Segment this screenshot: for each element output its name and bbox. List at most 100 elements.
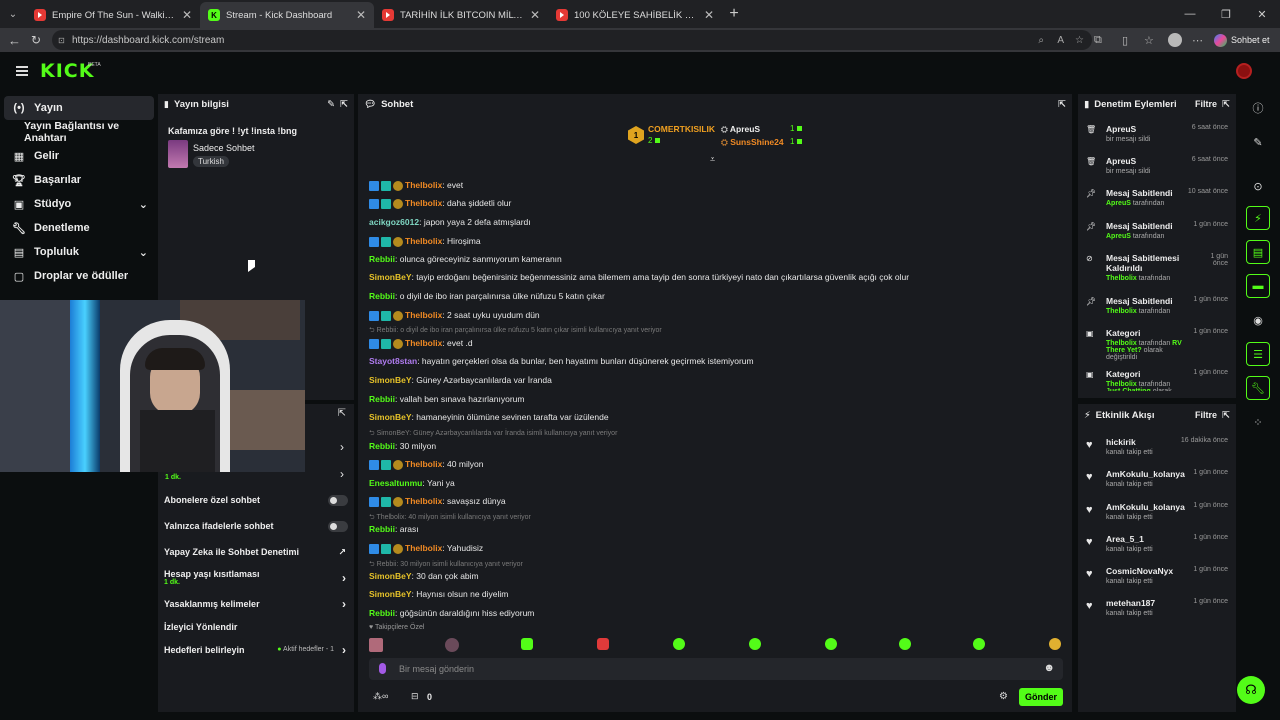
sidebar-item-gelir[interactable]: ▦ Gelir: [4, 144, 154, 168]
chat-username[interactable]: Rebbii: [369, 291, 395, 301]
maximize-button[interactable]: ❐: [1208, 8, 1244, 21]
reload-icon[interactable]: ↻: [31, 33, 41, 47]
settings-gear-icon[interactable]: ⚙: [999, 691, 1008, 702]
emote[interactable]: [521, 638, 533, 650]
emote[interactable]: [597, 638, 609, 650]
zoom-icon[interactable]: ⌕: [1038, 35, 1044, 46]
chat-username[interactable]: Thelbolix: [405, 310, 442, 320]
mod-user[interactable]: Thelbolix: [1106, 340, 1137, 347]
emote[interactable]: [369, 638, 383, 652]
chat-username[interactable]: SimonBeY: [369, 571, 412, 581]
chat-username[interactable]: Thelbolix: [405, 496, 442, 506]
notes-icon[interactable]: ▤: [1246, 240, 1270, 264]
ai-moderation-setting[interactable]: Yapay Zeka ile Sohbet Denetimi ↗: [164, 547, 348, 557]
more-menu-icon[interactable]: ⋯: [1192, 34, 1203, 47]
chat-username[interactable]: Thelbolix: [405, 459, 442, 469]
emote[interactable]: [445, 638, 459, 652]
chat-username[interactable]: Thelbolix: [405, 543, 442, 553]
user-avatar[interactable]: [1236, 63, 1252, 79]
chat-icon[interactable]: ▬: [1246, 274, 1270, 298]
sidebar-item-basarilar[interactable]: 🏆︎ Başarılar: [4, 168, 154, 192]
wrench-icon[interactable]: 🔧︎: [1246, 376, 1270, 400]
sidebar-item-yayin[interactable]: (•) Yayın: [4, 96, 154, 120]
activity-item[interactable]: ♥ 16 dakika önce hickirik kanalı takip etti: [1086, 437, 1228, 456]
minimize-button[interactable]: —: [1172, 8, 1208, 20]
mod-action-item[interactable]: ⊘ 1 gün önce Mesaj Sabitlemesi Kaldırıldı T…: [1086, 253, 1228, 282]
gift-icon[interactable]: ⊟: [411, 691, 419, 702]
popout-icon[interactable]: ⇱: [1222, 410, 1230, 421]
emote[interactable]: [825, 638, 837, 650]
mod-user[interactable]: Thelbolix: [1106, 275, 1137, 282]
mic-icon[interactable]: [379, 663, 386, 674]
chat-input[interactable]: Bir mesaj gönderin ☻: [369, 658, 1063, 680]
copilot-chat-button[interactable]: Sohbet et: [1214, 33, 1270, 47]
mod-action-item[interactable]: 🗑︎ 6 saat önce ApreuS bir mesajı sildi: [1086, 156, 1228, 175]
sidebar-item-denetleme[interactable]: 🔧︎ Denetleme: [4, 216, 154, 240]
popout-icon[interactable]: ⇱: [1222, 99, 1230, 110]
close-icon[interactable]: ✕: [356, 8, 366, 22]
close-icon[interactable]: ✕: [704, 8, 714, 22]
sidebar-item-studyo[interactable]: ▣ Stüdyo ⌄: [4, 192, 154, 216]
chat-username[interactable]: Rebbii: [369, 394, 395, 404]
sidebar-item-stream-key[interactable]: Yayın Bağlantısı ve Anahtarı: [4, 120, 154, 144]
chat-username[interactable]: Rebbii: [369, 608, 395, 618]
read-aloud-icon[interactable]: A: [1057, 35, 1064, 46]
follower-name[interactable]: CosmicNovaNyx: [1106, 566, 1184, 576]
mod-user[interactable]: Thelbolix: [1106, 381, 1137, 388]
chat-username[interactable]: Thelbolix: [405, 180, 442, 190]
tab-youtube-2[interactable]: TARİHİN İLK BITCOIN MİLYARDERİ ✕: [374, 2, 548, 28]
send-button[interactable]: Gönder: [1019, 688, 1063, 706]
tab-kick-dashboard[interactable]: K Stream - Kick Dashboard ✕: [200, 2, 374, 28]
emote[interactable]: [899, 638, 911, 650]
mod-action-item[interactable]: 📌︎ 1 gün önce Mesaj Sabitlendi ApreuS taraf…: [1086, 221, 1228, 240]
chat-username[interactable]: Thelbolix: [405, 236, 442, 246]
activity-item[interactable]: ♥ 1 gün önce Area_5_1 kanalı takip etti: [1086, 534, 1228, 553]
sidebar-item-topluluk[interactable]: ▤ Topluluk ⌄: [4, 240, 154, 264]
popout-icon[interactable]: ⇱: [340, 99, 348, 110]
favorites-icon[interactable]: ☆: [1144, 34, 1154, 47]
extensions-icon[interactable]: ⧉: [1094, 34, 1102, 47]
mod-user[interactable]: ApreuS: [1106, 200, 1131, 207]
activity-item[interactable]: ♥ 1 gün önce AmKokulu_kolanya kanalı takip …: [1086, 502, 1228, 521]
sidebar-item-droplar[interactable]: ▢ Droplar ve ödüller: [4, 264, 154, 288]
broadcast-icon[interactable]: ◉: [1246, 308, 1270, 332]
chevron-right-icon[interactable]: ›: [340, 440, 344, 454]
chat-username[interactable]: Rebbii: [369, 441, 395, 451]
chat-username[interactable]: SimonBeY: [369, 272, 412, 282]
support-button[interactable]: ☊: [1237, 676, 1265, 704]
apps-icon[interactable]: ⁘: [1246, 410, 1270, 434]
filter-button[interactable]: Filtre: [1195, 410, 1217, 420]
mod-action-item[interactable]: ▣ 1 gün önce Kategori Thelbolix tarafından …: [1086, 328, 1228, 361]
chat-username[interactable]: acikgoz6012: [369, 217, 419, 227]
camera-icon[interactable]: ⊙: [1246, 174, 1270, 198]
chat-username[interactable]: Stayot8stan: [369, 356, 417, 366]
favorite-star-icon[interactable]: ☆: [1075, 35, 1084, 46]
filter-button[interactable]: Filtre: [1195, 99, 1217, 109]
kick-logo[interactable]: KICK: [40, 60, 94, 82]
follower-name[interactable]: metehan187: [1106, 598, 1184, 608]
bolt-icon[interactable]: ⚡︎: [1246, 206, 1270, 230]
mod-action-item[interactable]: 📌︎ 1 gün önce Mesaj Sabitlendi Thelbolix ta…: [1086, 296, 1228, 315]
tab-list-button[interactable]: ⌄: [0, 0, 26, 28]
back-icon[interactable]: ←: [8, 33, 21, 48]
popout-icon[interactable]: ⇱: [1058, 99, 1066, 110]
mod-action-item[interactable]: 📌︎ 10 saat önce Mesaj Sabitlendi ApreuS tar…: [1086, 188, 1228, 207]
chat-username[interactable]: Thelbolix: [405, 338, 442, 348]
pinned-toggle-icon[interactable]: ⩡: [710, 154, 715, 165]
close-icon[interactable]: ✕: [530, 8, 540, 22]
popout-icon[interactable]: ⇱: [338, 408, 346, 419]
hamburger-menu-icon[interactable]: [16, 66, 28, 76]
follower-name[interactable]: Area_5_1: [1106, 534, 1184, 544]
raid-setting[interactable]: İzleyici Yönlendir: [164, 622, 348, 632]
mod-user[interactable]: ApreuS: [1106, 233, 1131, 240]
close-icon[interactable]: ✕: [182, 8, 192, 22]
profile-avatar[interactable]: [1168, 33, 1182, 47]
mod-action-item[interactable]: ▣ 1 gün önce Kategori Thelbolix tarafından …: [1086, 369, 1228, 391]
mod-action-item[interactable]: 🗑︎ 6 saat önce ApreuS bir mesajı sildi: [1086, 124, 1228, 143]
tab-youtube-3[interactable]: 100 KÖLEYE SAHİBELİK YAPTIM! (S ✕: [548, 2, 722, 28]
channel-points-icon[interactable]: ⁂∞: [373, 691, 388, 702]
emote[interactable]: [673, 638, 685, 650]
emote[interactable]: [1049, 638, 1061, 650]
new-tab-button[interactable]: +: [722, 5, 746, 23]
chat-username[interactable]: SimonBeY: [369, 412, 412, 422]
